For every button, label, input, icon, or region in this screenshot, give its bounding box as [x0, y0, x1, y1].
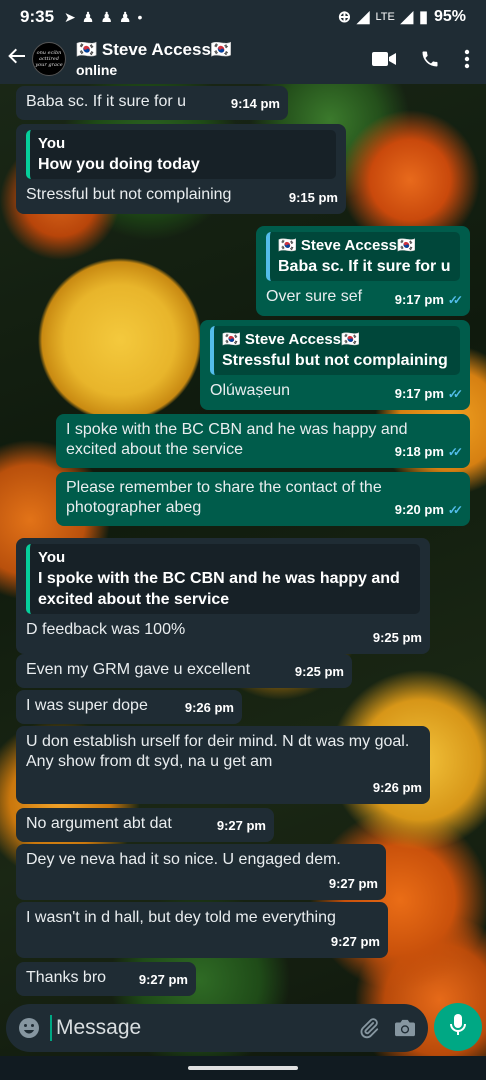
battery-icon: ▮: [419, 9, 428, 26]
more-vert-icon[interactable]: [464, 49, 470, 69]
message-bubble[interactable]: U don establish urself for deir mind. N …: [16, 726, 430, 804]
read-receipt-icon: ✓✓: [447, 503, 463, 517]
status-right: ⊕ ◢ LTE ◢ ▮ 95%: [338, 7, 466, 27]
message-list[interactable]: Baba sc. If it sure for u 9:14 pm You Ho…: [0, 84, 486, 1004]
emoji-icon[interactable]: [18, 1017, 40, 1039]
message-time: 9:14 pm: [230, 96, 280, 111]
contact-name: 🇰🇷 Steve Access🇰🇷: [76, 40, 233, 59]
message-text: I was super dope: [26, 697, 148, 714]
message-text: Even my GRM gave u excellent: [26, 661, 251, 678]
message-bubble[interactable]: Thanks bro 9:27 pm: [16, 962, 196, 996]
video-call-icon[interactable]: [372, 51, 396, 67]
chat-header: onu ecibn acttired your grace 🇰🇷 Steve A…: [0, 34, 486, 84]
message-time: 9:17 pm ✓✓: [395, 290, 463, 310]
signal-icon: ◢: [357, 9, 370, 26]
message-bubble[interactable]: 🇰🇷 Steve Access🇰🇷 Baba sc. If it sure fo…: [256, 226, 470, 316]
paperclip-icon[interactable]: [358, 1017, 380, 1039]
message-text: Stressful but not complaining: [26, 186, 232, 203]
phone-icon[interactable]: [420, 49, 440, 69]
message-time: 9:27 pm: [328, 876, 378, 891]
message-text: Olúwaṣeun: [210, 382, 291, 399]
quote-text: How you doing today: [38, 156, 200, 173]
system-nav-bar: [0, 1056, 486, 1080]
quote-author: You: [38, 135, 66, 152]
quote-text: Baba sc. If it sure for u: [278, 258, 451, 275]
message-bubble[interactable]: I was super dope 9:26 pm: [16, 690, 242, 724]
mic-button[interactable]: [434, 1003, 482, 1051]
message-text: No argument abt dat: [26, 815, 172, 832]
quoted-message[interactable]: 🇰🇷 Steve Access🇰🇷 Stressful but not comp…: [210, 326, 460, 375]
message-composer: [6, 1004, 428, 1052]
message-bubble[interactable]: I wasn't in d hall, but dey told me ever…: [16, 902, 388, 958]
message-time: 9:27 pm: [138, 972, 188, 987]
status-bar: 9:35 ➤ ♟ ♟ ♟ • ⊕ ◢ LTE ◢ ▮ 95%: [0, 0, 486, 34]
message-time: 9:26 pm: [372, 780, 422, 795]
header-actions: [372, 49, 470, 69]
network-type: LTE: [375, 11, 395, 23]
mic-icon: [449, 1013, 467, 1042]
navigation-icon: ➤: [64, 8, 76, 25]
message-text: I wasn't in d hall, but dey told me ever…: [26, 909, 336, 926]
message-time: 9:20 pm ✓✓: [395, 500, 463, 520]
message-text: Baba sc. If it sure for u: [26, 93, 187, 110]
message-time: 9:25 pm: [372, 630, 422, 645]
status-time: 9:35: [20, 7, 55, 26]
message-time: 9:17 pm ✓✓: [395, 384, 463, 404]
snapchat-icon: ♟: [118, 8, 132, 25]
contact-info[interactable]: 🇰🇷 Steve Access🇰🇷 online: [76, 40, 232, 78]
avatar[interactable]: onu ecibn acttired your grace: [32, 42, 66, 76]
quoted-message[interactable]: You How you doing today: [26, 130, 336, 179]
message-bubble[interactable]: You I spoke with the BC CBN and he was h…: [16, 538, 430, 654]
message-text: I spoke with the BC CBN and he was happy…: [66, 421, 408, 458]
message-bubble[interactable]: No argument abt dat 9:27 pm: [16, 808, 274, 842]
message-bubble[interactable]: I spoke with the BC CBN and he was happy…: [56, 414, 470, 468]
battery-level: 95%: [433, 8, 466, 25]
data-saver-icon: ⊕: [337, 9, 352, 26]
camera-icon[interactable]: [394, 1018, 416, 1038]
message-bubble[interactable]: Baba sc. If it sure for u 9:14 pm: [16, 86, 288, 120]
message-bubble[interactable]: 🇰🇷 Steve Access🇰🇷 Stressful but not comp…: [200, 320, 470, 410]
message-time: 9:27 pm: [216, 818, 266, 833]
snapchat-icon: ♟: [81, 8, 95, 25]
quote-text: I spoke with the BC CBN and he was happy…: [38, 570, 400, 608]
home-gesture-handle[interactable]: [188, 1066, 298, 1070]
message-bubble[interactable]: Please remember to share the contact of …: [56, 472, 470, 526]
message-text: U don establish urself for deir mind. N …: [26, 733, 410, 770]
read-receipt-icon: ✓✓: [447, 445, 463, 459]
message-bubble[interactable]: Dey ve neva had it so nice. U engaged de…: [16, 844, 386, 900]
message-time: 9:26 pm: [184, 700, 234, 715]
message-time: 9:25 pm: [294, 664, 344, 679]
message-time: 9:15 pm: [288, 190, 338, 205]
quoted-message[interactable]: You I spoke with the BC CBN and he was h…: [26, 544, 420, 614]
message-text: D feedback was 100%: [26, 621, 186, 638]
message-time: 9:18 pm ✓✓: [395, 442, 463, 462]
signal-icon: ◢: [400, 9, 414, 26]
read-receipt-icon: ✓✓: [447, 293, 463, 307]
more-notifications-icon: •: [137, 9, 143, 25]
message-time: 9:27 pm: [330, 934, 380, 949]
read-receipt-icon: ✓✓: [447, 387, 463, 401]
quote-text: Stressful but not complaining: [222, 352, 448, 369]
contact-status: online: [76, 62, 118, 78]
message-text: Thanks bro: [26, 969, 107, 986]
quote-author: 🇰🇷 Steve Access🇰🇷: [222, 331, 360, 348]
message-bubble[interactable]: You How you doing today Stressful but no…: [16, 124, 346, 214]
quoted-message[interactable]: 🇰🇷 Steve Access🇰🇷 Baba sc. If it sure fo…: [266, 232, 460, 281]
message-bubble[interactable]: Even my GRM gave u excellent 9:25 pm: [16, 654, 352, 688]
message-text: Dey ve neva had it so nice. U engaged de…: [26, 851, 341, 868]
message-text: Please remember to share the contact of …: [66, 479, 382, 516]
message-text: Over sure sef: [266, 288, 363, 305]
quote-author: 🇰🇷 Steve Access🇰🇷: [278, 237, 416, 254]
message-input[interactable]: [50, 1015, 344, 1041]
snapchat-icon: ♟: [100, 8, 113, 25]
quote-author: You: [38, 549, 66, 566]
back-arrow-icon[interactable]: [2, 46, 32, 72]
